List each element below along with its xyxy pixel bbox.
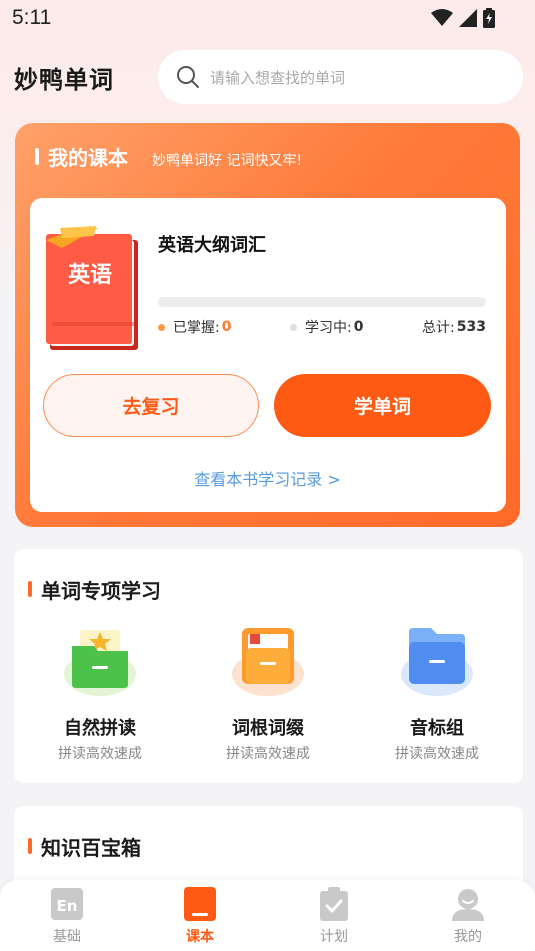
mastered-label: 已掌握: (173, 320, 220, 336)
status-icons (431, 8, 495, 28)
mastered-dot (158, 323, 165, 331)
nav-item-plan[interactable]: 计划 (294, 887, 374, 946)
wifi-icon (431, 9, 453, 26)
orange-folder-icon (228, 626, 308, 702)
book-cover-image[interactable]: 英语 (42, 226, 142, 352)
nav-label: 计划 (320, 929, 348, 945)
signal-icon (459, 9, 477, 27)
nav-item-mine[interactable]: 我的 (428, 887, 508, 946)
mastered-value: 0 (221, 319, 232, 335)
battery-icon (483, 8, 495, 28)
special-study-title: 单词专项学习 (41, 579, 161, 603)
mastered-stat: 已掌握: 0 (158, 317, 231, 337)
feature-name: 自然拼读 (64, 718, 136, 739)
green-folder-star-icon (60, 626, 140, 702)
my-course-title: 我的课本 (48, 146, 128, 170)
study-progress-bar (158, 297, 486, 307)
knowledge-box-title: 知识百宝箱 (41, 836, 141, 860)
search-icon (177, 66, 199, 88)
book-name: 英语大纲词汇 (158, 235, 266, 256)
feature-desc: 拼读高效速成 (58, 746, 142, 762)
status-bar: 5:11 (0, 0, 535, 38)
total-stat: 总计: 533 (422, 317, 486, 337)
feature-phonetic-group[interactable]: 音标组 拼读高效速成 (362, 626, 512, 763)
my-course-subtitle: 妙鸭单词好 记词快又牢! (152, 153, 303, 169)
learning-value: 0 (353, 319, 364, 335)
nav-label: 我的 (454, 929, 482, 945)
feature-name: 音标组 (410, 718, 464, 739)
search-input[interactable]: 请输入想查找的单词 (158, 50, 523, 104)
feature-desc: 拼读高效速成 (395, 746, 479, 762)
knowledge-title-bar (28, 838, 32, 854)
feature-desc: 拼读高效速成 (226, 746, 310, 762)
bottom-nav: En 基础 课本 计划 我的 (0, 880, 535, 951)
feature-phonics[interactable]: 自然拼读 拼读高效速成 (25, 626, 175, 763)
clipboard-check-icon (318, 887, 350, 921)
total-label: 总计: (422, 320, 455, 336)
blue-folder-icon (397, 626, 477, 702)
nav-item-basics[interactable]: En 基础 (27, 887, 107, 946)
nav-label: 基础 (53, 929, 81, 945)
feature-name: 词根词缀 (232, 718, 304, 739)
total-value: 533 (456, 319, 486, 335)
learning-stat: 学习中: 0 (290, 317, 363, 337)
view-study-record-link[interactable]: 查看本书学习记录 > (0, 466, 535, 490)
feature-roots-affixes[interactable]: 词根词缀 拼读高效速成 (193, 626, 343, 763)
en-icon: En (51, 887, 83, 921)
review-button[interactable]: 去复习 (43, 374, 259, 437)
status-time: 5:11 (12, 6, 52, 29)
app-title: 妙鸭单词 (14, 66, 114, 94)
user-icon (452, 887, 484, 921)
nav-item-textbook[interactable]: 课本 (160, 887, 240, 946)
search-placeholder: 请输入想查找的单词 (210, 68, 346, 87)
svg-text:En: En (57, 897, 78, 915)
book-cover-text: 英语 (68, 263, 112, 288)
nav-label: 课本 (186, 929, 214, 945)
section-title-bar (35, 148, 39, 165)
learning-dot (290, 323, 297, 331)
special-title-bar (28, 581, 32, 597)
book-icon (184, 887, 216, 921)
learning-label: 学习中: (305, 320, 352, 336)
learn-words-button[interactable]: 学单词 (274, 374, 491, 437)
